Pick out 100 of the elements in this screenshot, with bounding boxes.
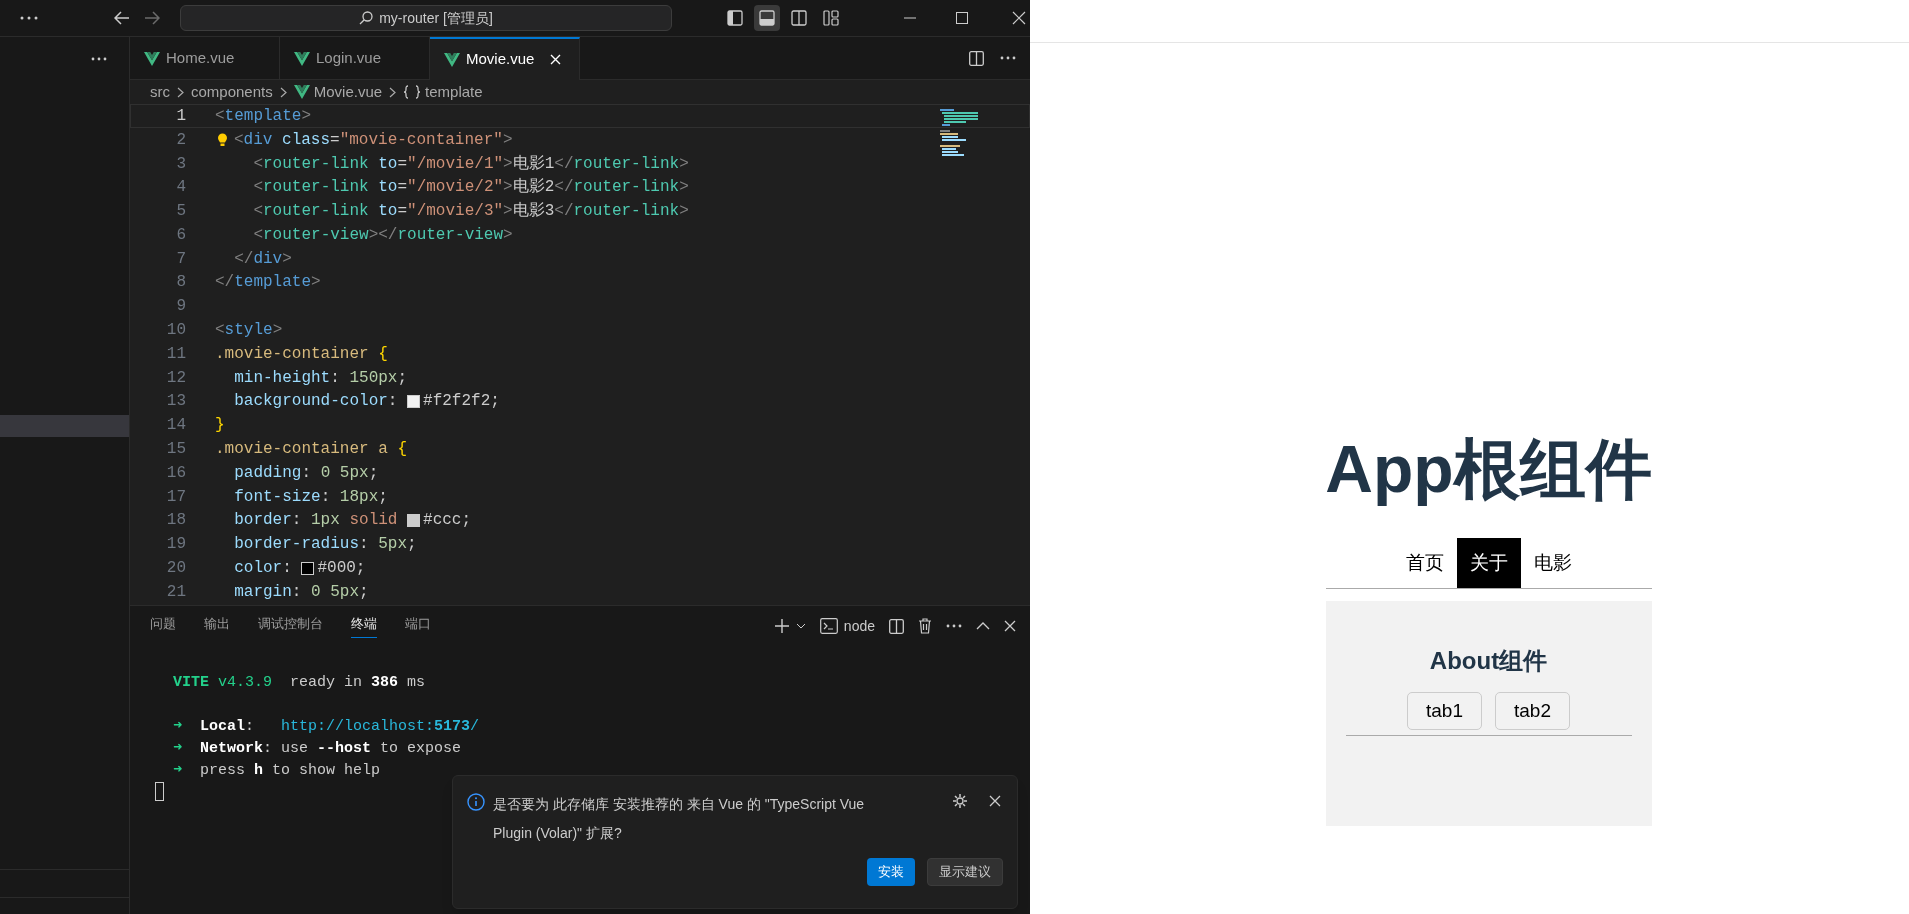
line-number: 1	[175, 105, 186, 127]
gear-icon[interactable]	[952, 793, 968, 809]
plus-icon[interactable]	[773, 618, 790, 634]
layout-toggle-button[interactable]	[754, 5, 780, 31]
code-text: </div>	[233, 248, 292, 270]
line-number: 6	[175, 224, 186, 246]
code-text: .movie-container {	[215, 343, 388, 365]
breadcrumb-item[interactable]: template	[425, 80, 483, 104]
code-text: #ccc;	[423, 510, 472, 532]
code-text: color:	[233, 558, 293, 580]
line-number: 16	[165, 462, 186, 484]
caret-icon[interactable]	[795, 623, 806, 629]
code-text: border-radius: 5px;	[233, 534, 417, 556]
show-recommendations-button[interactable]: 显示建议	[927, 858, 1003, 886]
notification-message: 是否要为 此存储库 安装推荐的 来自 Vue 的 "TypeScript Vue Plugin (Volar)" 扩展?	[493, 795, 866, 843]
code-text: <router-link to="/movie/1">电影1</router-link>	[252, 153, 689, 175]
line-number: 7	[175, 248, 186, 270]
panel-tab[interactable]: 输出	[204, 614, 230, 638]
line-number: 19	[165, 534, 186, 556]
more-icon[interactable]	[1000, 56, 1016, 60]
line-number: 5	[175, 201, 186, 223]
panel-tab[interactable]: 问题	[150, 614, 176, 638]
line-number: 4	[175, 177, 186, 199]
code-text: min-height: 150px;	[233, 367, 408, 389]
line-number: 11	[165, 343, 186, 365]
nav-link[interactable]: 首页	[1392, 538, 1457, 588]
terminal-line: ➜ press h to show help	[172, 761, 382, 781]
code-text: padding: 0 5px;	[233, 462, 379, 484]
terminal-line: VITE v4.3.9 ready in 386 ms	[172, 673, 427, 693]
terminal-name[interactable]: node	[843, 615, 875, 637]
install-button[interactable]: 安装	[867, 858, 915, 886]
braces-icon	[403, 85, 422, 99]
line-number: 8	[175, 272, 186, 294]
info-icon	[467, 793, 485, 811]
vue-logo-icon	[294, 51, 310, 66]
code-text: background-color:	[233, 391, 399, 413]
code-text: <router-link to="/movie/3">电影3</router-link>	[252, 201, 689, 223]
chevron-up-icon[interactable]	[976, 622, 990, 630]
code-text: font-size: 18px;	[233, 486, 388, 508]
split-terminal-icon[interactable]	[889, 618, 904, 634]
forward-arrow-icon[interactable]	[144, 11, 160, 25]
code-text: <style>	[215, 320, 283, 342]
code-text: <router-view></router-view>	[252, 224, 513, 246]
code-text: margin: 0 5px;	[233, 581, 369, 603]
chevron-right-icon	[389, 86, 397, 98]
code-text: }	[215, 415, 225, 437]
back-arrow-icon[interactable]	[114, 11, 130, 25]
search-text: my-router [管理员]	[379, 8, 493, 28]
tab-link[interactable]: tab2	[1495, 692, 1570, 730]
terminal-line: ➜ Network: use --host to expose	[172, 739, 463, 759]
line-number: 9	[175, 296, 186, 318]
vue-logo-icon	[144, 51, 160, 66]
line-number: 20	[165, 558, 186, 580]
trash-icon[interactable]	[918, 618, 932, 634]
about-heading: About组件	[1429, 646, 1548, 676]
line-number: 15	[165, 439, 186, 461]
line-number: 18	[165, 510, 186, 532]
search-field[interactable]: my-router [管理员]	[180, 5, 672, 31]
code-text: <router-link to="/movie/2">电影2</router-link>	[252, 177, 689, 199]
vue-logo-icon	[444, 52, 460, 67]
breadcrumb-item[interactable]: Movie.vue	[313, 80, 383, 104]
chevron-right-icon	[279, 86, 287, 98]
nav-link[interactable]: 电影	[1520, 538, 1585, 588]
breadcrumb-item[interactable]: components	[191, 80, 273, 104]
more-icon[interactable]	[20, 16, 38, 20]
app-heading: App根组件	[1325, 431, 1652, 508]
close-icon[interactable]	[989, 795, 1001, 807]
panel-tab[interactable]: 端口	[405, 614, 431, 638]
code-text: #000;	[317, 558, 366, 580]
line-number: 17	[165, 486, 186, 508]
vue-logo-icon	[293, 85, 310, 99]
tab-link[interactable]: tab1	[1407, 692, 1482, 730]
line-number: 2	[175, 129, 186, 151]
line-number: 10	[165, 320, 186, 342]
code-text: border: 1px solid	[233, 510, 399, 532]
terminal-icon[interactable]	[819, 618, 838, 634]
split-editor-icon[interactable]	[969, 50, 984, 66]
more-icon[interactable]	[946, 624, 962, 628]
terminal-line: ➜ Local: http://localhost:5173/	[172, 717, 481, 737]
code-text: <template>	[215, 105, 312, 127]
line-number: 21	[165, 581, 186, 603]
search-icon	[359, 11, 374, 25]
close-icon[interactable]	[1004, 620, 1016, 632]
code-text: #f2f2f2;	[423, 391, 500, 413]
line-number: 12	[165, 367, 186, 389]
code-text: </template>	[215, 272, 321, 294]
panel-tab[interactable]: 调试控制台	[258, 614, 323, 638]
chevron-right-icon	[177, 86, 184, 98]
code-text: .movie-container a {	[215, 439, 408, 461]
editor-tab[interactable]: Movie.vue	[430, 37, 580, 80]
more-icon[interactable]	[91, 56, 107, 61]
editor-tab[interactable]: Home.vue	[130, 37, 280, 80]
close-icon[interactable]	[1012, 11, 1026, 25]
line-number: 14	[165, 415, 186, 437]
nav-link[interactable]: 关于	[1456, 538, 1521, 588]
breadcrumb-item[interactable]: src	[150, 80, 170, 104]
maximize-icon[interactable]	[956, 12, 968, 24]
code-text: <div class="movie-container">	[234, 129, 513, 151]
line-number: 3	[175, 153, 186, 175]
panel-tab[interactable]: 终端	[351, 614, 377, 638]
